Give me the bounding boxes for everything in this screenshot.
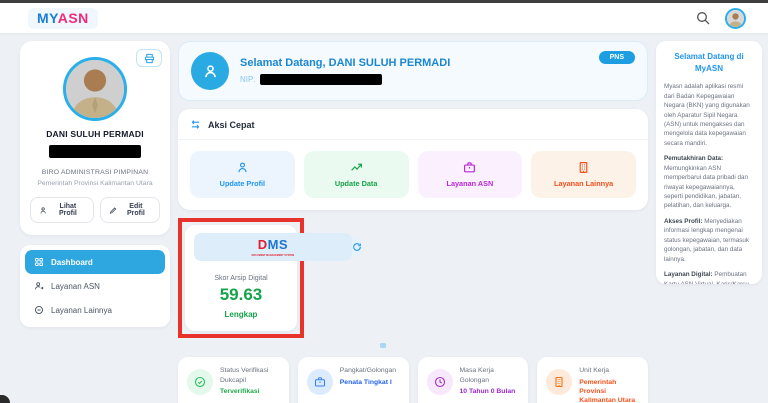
welcome-title: Selamat Datang, DANI SULUH PERMADI <box>240 57 450 69</box>
dms-highlight-box: DMS DOCUMENT MANAGEMENT SYSTEM Skor Arsi… <box>178 218 304 338</box>
lihat-profil-button[interactable]: Lihat Profil <box>30 197 94 223</box>
dms-logo-subtitle: DOCUMENT MANAGEMENT SYSTEM <box>252 254 295 255</box>
person-icon <box>236 161 249 174</box>
divider <box>178 139 648 140</box>
grid-icon <box>34 257 44 267</box>
circle-dash-icon <box>34 305 44 315</box>
dms-score-label: Skor Arsip Digital <box>194 275 288 282</box>
nip-label: NIP: <box>240 75 256 84</box>
info-panel-section: Layanan Digital: Pembuatan Kartu ASN Vir… <box>664 270 754 284</box>
info-panel-title: Selamat Datang di MyASN <box>664 51 754 74</box>
building-icon <box>577 161 590 174</box>
dms-logo-d: D <box>258 237 268 252</box>
dms-card: DMS DOCUMENT MANAGEMENT SYSTEM Skor Arsi… <box>185 225 297 331</box>
tile-label: Update Data <box>335 179 378 188</box>
welcome-banner: Selamat Datang, DANI SULUH PERMADI NIP: … <box>178 41 648 101</box>
status-value: Penata Tingkat I <box>340 378 396 387</box>
section-lead: Layanan Digital: <box>664 271 713 278</box>
print-button[interactable] <box>136 49 162 67</box>
myasn-logo[interactable]: MYASN <box>28 8 98 29</box>
profile-org: Pemerintah Provinsi Kalimantan Utara <box>30 180 160 187</box>
profile-name: DANI SULUH PERMADI <box>30 129 160 139</box>
app-header: MYASN <box>0 3 768 33</box>
person-arrow-icon <box>34 281 44 291</box>
section-lead: Akses Profil: <box>664 218 703 225</box>
dms-logo-ms: MS <box>268 237 289 252</box>
profile-photo <box>63 57 127 121</box>
building-icon <box>546 369 572 395</box>
status-title: Pangkat/Golongan <box>340 366 396 376</box>
info-panel-section: Pemutakhiran Data: Memungkinkan ASN memp… <box>664 154 754 211</box>
section-text: Memungkinkan ASN memperbarui data pribad… <box>664 165 748 210</box>
clock-icon <box>427 369 453 395</box>
status-title: Masa Kerja Golongan <box>460 366 520 385</box>
pencil-icon <box>109 206 117 215</box>
status-value: Terverifikasi <box>220 387 280 396</box>
profile-card: DANI SULUH PERMADI BIRO ADMINISTRASI PIM… <box>20 41 170 235</box>
user-avatar[interactable] <box>725 8 746 29</box>
sidebar-menu: Dashboard Layanan ASN Layanan Lainnya <box>20 245 170 327</box>
refresh-icon <box>352 242 362 252</box>
quick-actions-card: Aksi Cepat Update Profil Update Data <box>178 109 648 210</box>
check-circle-icon <box>187 369 213 395</box>
section-lead: Pemutakhiran Data: <box>664 155 723 162</box>
status-title: Status Verifikasi Dukcapil <box>220 366 280 385</box>
layanan-lainnya-tile[interactable]: Layanan Lainnya <box>531 151 636 198</box>
tile-label: Update Profil <box>220 179 265 188</box>
trend-up-icon <box>350 161 363 174</box>
status-card-unit-kerja[interactable]: Unit Kerja Pemerintah Provinsi Kalimanta… <box>537 357 648 403</box>
edit-profil-label: Edit Profil <box>121 203 151 217</box>
info-panel-intro: Myasn adalah aplikasi resmi dari Badan K… <box>664 82 754 148</box>
swap-arrows-icon <box>190 119 201 130</box>
briefcase-icon <box>307 369 333 395</box>
status-card-pangkat[interactable]: Pangkat/Golongan Penata Tingkat I <box>298 357 409 403</box>
refresh-button[interactable] <box>352 237 362 257</box>
sidebar-item-dashboard[interactable]: Dashboard <box>25 250 165 274</box>
update-data-tile[interactable]: Update Data <box>304 151 409 198</box>
redacted-nip-value <box>260 74 382 85</box>
dms-logo[interactable]: DMS DOCUMENT MANAGEMENT SYSTEM <box>194 233 352 261</box>
printer-icon <box>144 53 155 64</box>
layanan-asn-tile[interactable]: Layanan ASN <box>418 151 523 198</box>
dms-score-status: Lengkap <box>194 310 288 319</box>
status-value: Pemerintah Provinsi Kalimantan Utara <box>579 378 639 403</box>
sidebar-item-label: Layanan ASN <box>51 282 100 291</box>
logo-my-text: MY <box>37 10 58 26</box>
profile-unit: BIRO ADMINISTRASI PIMPINAN <box>30 169 160 176</box>
person-icon <box>39 206 47 215</box>
status-title: Unit Kerja <box>579 366 639 376</box>
status-card-masa-kerja[interactable]: Masa Kerja Golongan 10 Tahun 0 Bulan <box>418 357 529 403</box>
edit-profil-button[interactable]: Edit Profil <box>100 197 160 223</box>
sidebar-item-layanan-asn[interactable]: Layanan ASN <box>25 274 165 298</box>
tile-label: Layanan ASN <box>446 179 493 188</box>
update-profil-tile[interactable]: Update Profil <box>190 151 295 198</box>
redacted-nip <box>49 145 141 158</box>
decorative-dot <box>380 343 386 348</box>
pns-badge: PNS <box>599 51 635 64</box>
welcome-avatar-icon <box>191 52 229 90</box>
info-panel-section: Akses Profil: Menyediakan informasi leng… <box>664 217 754 264</box>
sidebar-item-label: Dashboard <box>51 258 93 267</box>
logo-asn-text: ASN <box>58 10 89 26</box>
status-cards-row: Status Verifikasi Dukcapil Terverifikasi… <box>178 357 648 403</box>
quick-actions-title: Aksi Cepat <box>208 120 255 130</box>
tile-label: Layanan Lainnya <box>554 179 613 188</box>
briefcase-icon <box>463 161 476 174</box>
search-icon[interactable] <box>695 10 711 26</box>
dms-score-value: 59.63 <box>194 285 288 305</box>
welcome-info-panel: Selamat Datang di MyASN Myasn adalah apl… <box>656 41 762 284</box>
sidebar-item-layanan-lainnya[interactable]: Layanan Lainnya <box>25 298 165 322</box>
sidebar-item-label: Layanan Lainnya <box>51 306 112 315</box>
status-value: 10 Tahun 0 Bulan <box>460 387 520 396</box>
lihat-profil-label: Lihat Profil <box>51 203 84 217</box>
status-card-dukcapil[interactable]: Status Verifikasi Dukcapil Terverifikasi <box>178 357 289 403</box>
